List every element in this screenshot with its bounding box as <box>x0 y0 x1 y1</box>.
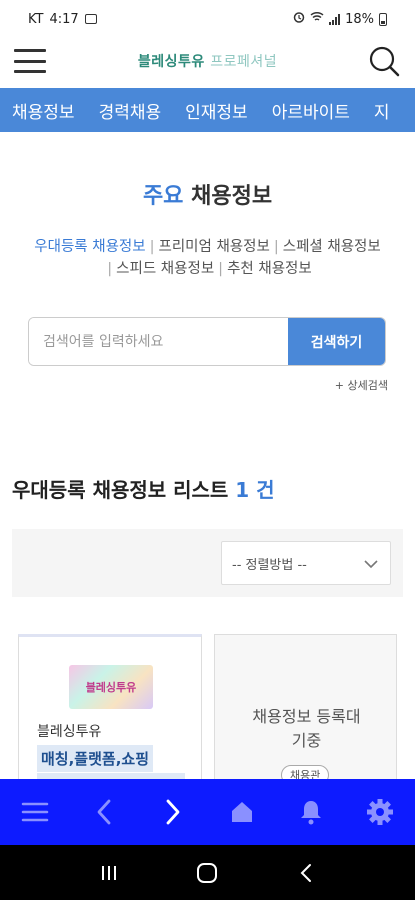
category-links: 우대등록 채용정보 | 프리미엄 채용정보 | 스페셜 채용정보 | 스피드 채용정보 | 추… <box>34 239 381 277</box>
advanced-search-link[interactable]: + 상세검색 <box>335 377 388 393</box>
nav-item-more[interactable]: 지 <box>362 98 402 123</box>
company-logo: 블레싱투유 <box>69 665 153 709</box>
home-circle-icon[interactable] <box>187 853 227 893</box>
carrier-label: KT <box>28 11 44 27</box>
gallery-icon <box>84 14 97 24</box>
empty-card-text: 채용정보 등록대 기중 <box>215 705 396 753</box>
nav-item-jobs[interactable]: 채용정보 <box>0 98 87 123</box>
system-back-icon[interactable] <box>286 853 326 893</box>
category-link-premium[interactable]: 프리미엄 채용정보 <box>159 239 270 255</box>
title-rest: 채용정보 <box>191 184 273 209</box>
job-card[interactable]: 블레싱투유 블레싱투유 매칭,플랫폼,쇼핑 <box>18 634 202 794</box>
settings-gear-icon[interactable] <box>360 792 400 832</box>
site-logo[interactable]: 블레싱투유 프로페셔널 <box>0 51 415 71</box>
time-label: 4:17 <box>49 11 79 27</box>
main-nav-bar: 채용정보 경력채용 인재정보 아르바이트 지 <box>0 88 415 132</box>
wifi-icon <box>310 11 324 27</box>
system-nav-bar <box>0 845 415 900</box>
recent-apps-icon[interactable] <box>89 853 129 893</box>
status-bar: KT 4:17 18% <box>0 0 415 38</box>
nav-item-parttime[interactable]: 아르바이트 <box>260 98 362 123</box>
browser-toolbar <box>0 779 415 845</box>
company-name: 블레싱투유 <box>37 724 102 740</box>
category-link-preferred[interactable]: 우대등록 채용정보 <box>34 239 145 255</box>
category-link-recommended[interactable]: 추천 채용정보 <box>227 261 312 277</box>
forward-arrow-icon[interactable] <box>153 792 193 832</box>
menu-icon[interactable] <box>15 792 55 832</box>
search-input[interactable] <box>29 318 288 365</box>
chevron-down-icon <box>362 555 380 573</box>
job-title: 매칭,플랫폼,쇼핑 <box>37 745 153 772</box>
nav-item-career[interactable]: 경력채용 <box>87 98 174 123</box>
empty-card-line1: 채용정보 등록대 <box>252 707 361 726</box>
home-icon[interactable] <box>222 792 262 832</box>
empty-job-card[interactable]: 채용정보 등록대 기중 채용관 <box>214 634 397 794</box>
category-link-speed[interactable]: 스피드 채용정보 <box>116 261 214 277</box>
list-title: 우대등록 채용정보 리스트 1 건 <box>12 474 275 503</box>
list-count: 1 건 <box>235 478 275 502</box>
filter-bar: -- 정렬방법 -- <box>12 529 403 597</box>
page-title: 주요 채용정보 <box>0 178 415 210</box>
back-arrow-icon[interactable] <box>84 792 124 832</box>
alarm-icon <box>293 11 305 27</box>
app-header: 블레싱투유 프로페셔널 <box>0 38 415 86</box>
logo-main-text: 블레싱투유 <box>137 54 205 70</box>
bell-icon[interactable] <box>291 792 331 832</box>
sort-select[interactable]: -- 정렬방법 -- <box>221 541 391 585</box>
list-title-text: 우대등록 채용정보 리스트 <box>12 478 229 502</box>
status-right: 18% <box>293 11 387 27</box>
search-button[interactable]: 검색하기 <box>288 318 385 365</box>
search-form: 검색하기 <box>28 317 386 366</box>
battery-label: 18% <box>345 11 374 27</box>
sort-select-value: -- 정렬방법 -- <box>232 557 307 573</box>
search-icon[interactable] <box>367 44 401 78</box>
logo-sub-text: 프로페셔널 <box>210 54 278 70</box>
empty-card-line2: 기중 <box>291 731 322 750</box>
company-logo-text: 블레싱투유 <box>85 681 137 694</box>
title-accent: 주요 <box>142 184 184 209</box>
status-left: KT 4:17 <box>28 12 97 27</box>
battery-icon <box>379 12 387 26</box>
category-link-special[interactable]: 스페셜 채용정보 <box>283 239 381 255</box>
signal-icon <box>329 13 341 25</box>
nav-item-talent[interactable]: 인재정보 <box>173 98 260 123</box>
